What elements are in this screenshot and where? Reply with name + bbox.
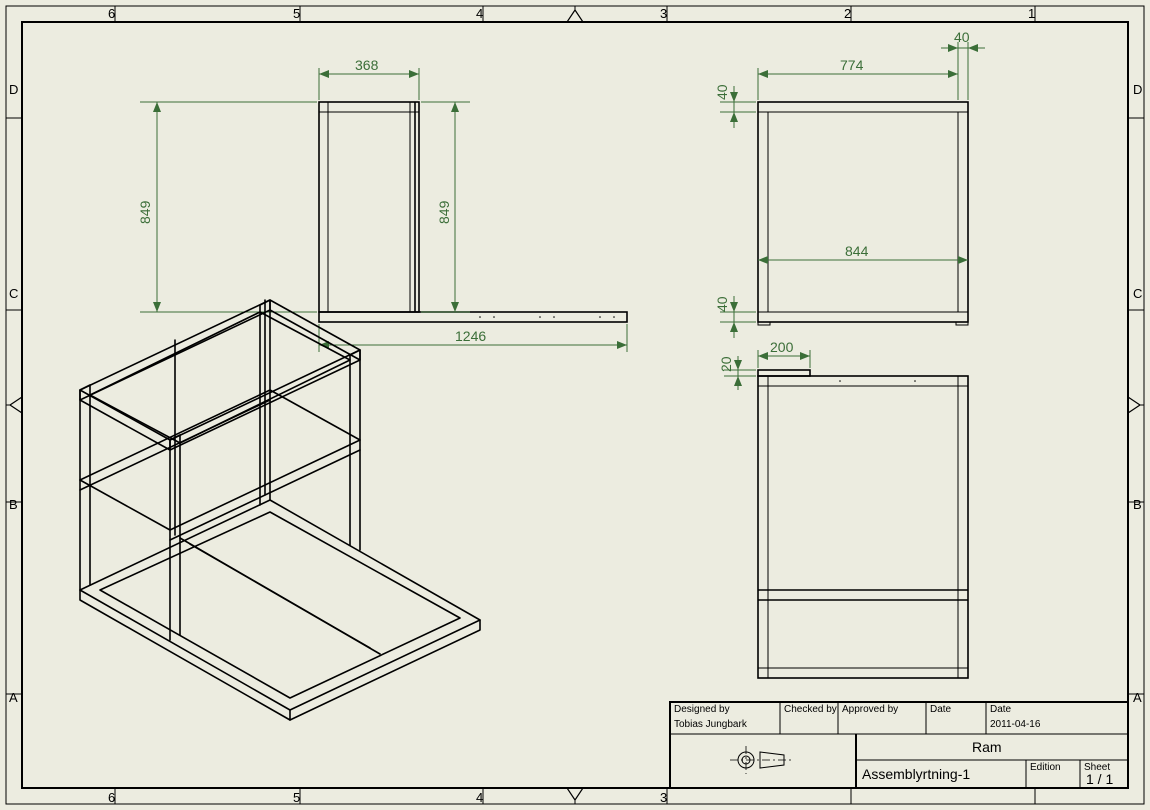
dim-40-lb-text: 40 <box>714 296 730 312</box>
drawing-svg: 6 5 4 3 2 1 6 5 4 3 D C B A <box>0 0 1150 810</box>
right-view: 774 40 40 40 844 <box>714 29 985 338</box>
ruler-letter-D: D <box>9 82 18 97</box>
ruler-letter-C-r: C <box>1133 286 1142 301</box>
edition-label: Edition <box>1030 762 1061 773</box>
title-value: Ram <box>972 739 1002 755</box>
ruler-letter-C: C <box>9 286 18 301</box>
ruler-num-6: 6 <box>108 6 115 21</box>
drawing-sheet: 6 5 4 3 2 1 6 5 4 3 D C B A <box>0 0 1150 810</box>
ruler-letter-A: A <box>9 690 18 705</box>
ruler-letter-B: B <box>9 497 18 512</box>
dim-774-text: 774 <box>840 57 864 73</box>
ruler-num-3: 3 <box>660 6 667 21</box>
center-marker-top-icon <box>567 10 583 22</box>
ruler-letter-D-r: D <box>1133 82 1142 97</box>
dim-1246-text: 1246 <box>455 328 486 344</box>
date-value: 2011-04-16 <box>990 719 1041 730</box>
designed-by-value: Tobias Jungbark <box>674 719 748 730</box>
ruler-num-5: 5 <box>293 6 300 21</box>
dim-40-lt-text: 40 <box>714 84 730 100</box>
top-view: 200 20 <box>718 339 968 678</box>
ruler-bot-num-5: 5 <box>293 790 300 805</box>
dim-40-top <box>941 42 985 100</box>
date-label-1: Date <box>930 704 952 715</box>
dim-40-top-text: 40 <box>954 29 970 45</box>
approved-by-label: Approved by <box>842 704 898 715</box>
ruler-top: 6 5 4 3 2 1 <box>108 6 1035 22</box>
checked-by-label: Checked by <box>784 704 837 715</box>
ruler-bot-num-6: 6 <box>108 790 115 805</box>
dim-200-text: 200 <box>770 339 794 355</box>
drawing-border: 6 5 4 3 2 1 6 5 4 3 D C B A <box>6 6 1144 805</box>
date-label-2: Date <box>990 704 1012 715</box>
ruler-bottom: 6 5 4 3 <box>108 788 1035 805</box>
ruler-letter-B-r: B <box>1133 497 1142 512</box>
dim-20-text: 20 <box>718 356 734 372</box>
drawing-value: Assemblyrtning-1 <box>862 766 970 782</box>
ruler-num-4: 4 <box>476 6 483 21</box>
ruler-bot-num-4: 4 <box>476 790 483 805</box>
dim-844-text: 844 <box>845 243 869 259</box>
front-view: 368 849 849 1246 <box>137 57 627 352</box>
center-marker-bottom-icon <box>567 788 583 800</box>
center-marker-right-icon <box>1128 397 1140 413</box>
dim-849-left-text: 849 <box>137 200 153 224</box>
ruler-left: D C B A <box>6 82 22 705</box>
sheet-value: 1 / 1 <box>1086 771 1113 787</box>
designed-by-label: Designed by <box>674 704 730 715</box>
ruler-num-1: 1 <box>1028 6 1035 21</box>
iso-view <box>80 300 480 720</box>
projection-symbol-icon <box>730 746 794 774</box>
center-marker-left-icon <box>10 397 22 413</box>
dim-849-right-text: 849 <box>436 200 452 224</box>
dim-849-left <box>140 102 317 312</box>
ruler-letter-A-r: A <box>1133 690 1142 705</box>
title-block: Designed by Tobias Jungbark Checked by A… <box>670 702 1128 788</box>
dim-368-text: 368 <box>355 57 379 73</box>
ruler-right: D C B A <box>1128 82 1144 705</box>
ruler-bot-num-3: 3 <box>660 790 667 805</box>
ruler-num-2: 2 <box>844 6 851 21</box>
